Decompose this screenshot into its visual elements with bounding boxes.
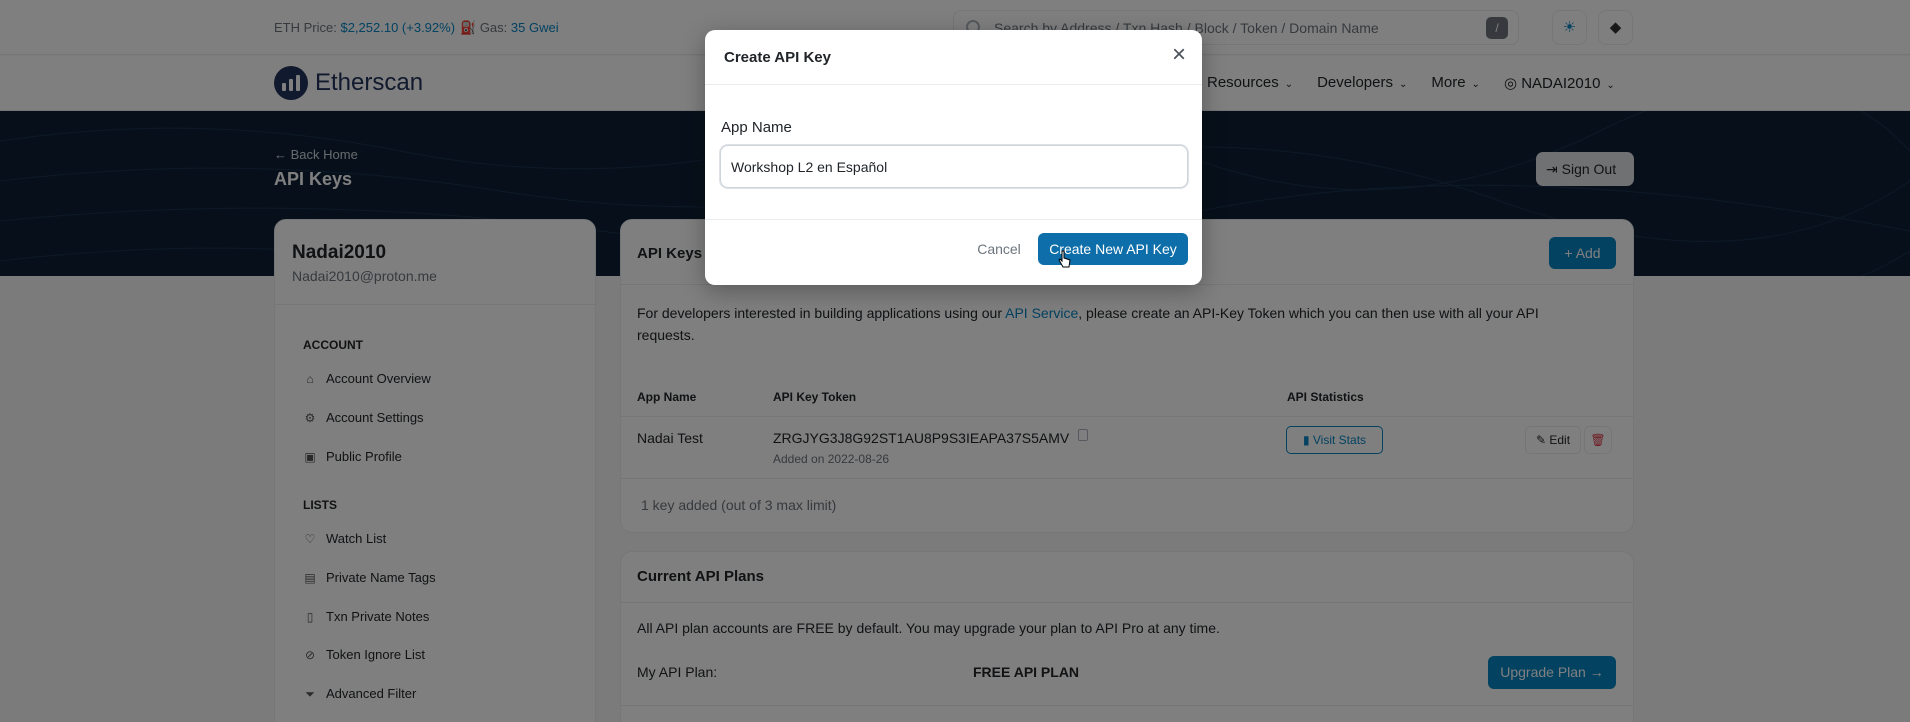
divider <box>705 84 1202 85</box>
hand-cursor-icon <box>1058 250 1071 268</box>
cancel-button[interactable]: Cancel <box>967 233 1031 265</box>
divider <box>705 219 1202 220</box>
modal-title: Create API Key <box>724 49 831 66</box>
app-name-input[interactable] <box>720 145 1188 188</box>
app-name-label: App Name <box>721 119 792 136</box>
create-api-key-modal: Create API Key × App Name Cancel Create … <box>705 30 1202 285</box>
close-icon[interactable]: × <box>1168 43 1190 67</box>
